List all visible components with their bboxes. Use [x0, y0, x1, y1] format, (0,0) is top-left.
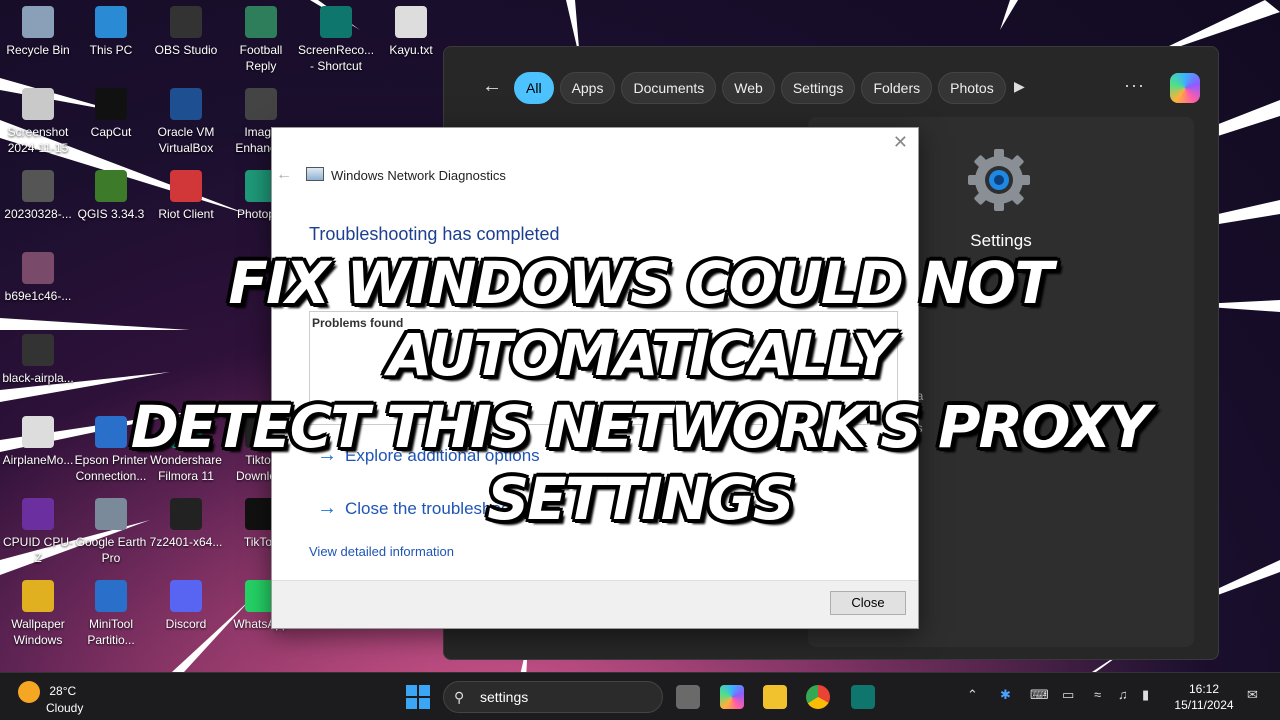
app-icon	[95, 6, 127, 38]
desktop-icon[interactable]: Recycle Bin	[0, 6, 76, 58]
system-clock[interactable]: 16:12 15/11/2024	[1172, 681, 1236, 713]
weather-sun-icon	[18, 681, 40, 703]
desktop-icon[interactable]: Wallpaper Windows	[0, 580, 76, 648]
battery-icon[interactable]: ▮	[1142, 687, 1149, 703]
volume-icon[interactable]: ♫	[1118, 687, 1128, 702]
desktop-icon-label: 20230328-...	[4, 207, 72, 221]
desktop-icon[interactable]: This PC	[73, 6, 149, 58]
desktop-icon-label: Oracle VM VirtualBox	[157, 125, 215, 155]
notifications-icon[interactable]: ✉	[1247, 687, 1258, 703]
tab-all[interactable]: All	[514, 72, 554, 104]
app-icon	[170, 170, 202, 202]
search-icon: ⚲	[454, 689, 465, 705]
app-icon	[170, 580, 202, 612]
desktop-icon[interactable]: QGIS 3.34.3	[73, 170, 149, 222]
desktop-icon-label: CapCut	[90, 125, 132, 139]
tab-settings[interactable]: Settings	[780, 72, 856, 104]
clock-time: 16:12	[1188, 682, 1220, 696]
desktop-icon-label: CPUID CPU-Z	[2, 535, 73, 565]
keyboard-icon[interactable]: ⌨	[1030, 687, 1049, 703]
app-icon	[22, 88, 54, 120]
copilot-icon[interactable]	[720, 685, 744, 709]
desktop-icon[interactable]: 20230328-...	[0, 170, 76, 222]
desktop-icon[interactable]: Football Reply	[223, 6, 299, 74]
view-details-link[interactable]: View detailed information	[309, 544, 454, 559]
taskbar-search-input[interactable]: ⚲ settings	[443, 681, 663, 713]
desktop-icon-label: Recycle Bin	[6, 43, 70, 57]
desktop-icon[interactable]: Oracle VM VirtualBox	[148, 88, 224, 156]
weather-widget[interactable]: 28°C Cloudy	[18, 681, 83, 715]
start-button-icon[interactable]	[406, 685, 430, 709]
desktop-icon-label: Wallpaper Windows	[11, 617, 65, 647]
tab-apps[interactable]: Apps	[559, 72, 616, 104]
desktop-icon-label: Google Earth Pro	[75, 535, 147, 565]
app-icon	[395, 6, 427, 38]
more-options-button[interactable]: ···	[1124, 75, 1145, 96]
tab-folders[interactable]: Folders	[861, 72, 933, 104]
desktop-icon[interactable]: CapCut	[73, 88, 149, 140]
app-icon	[22, 170, 54, 202]
network-diagnostics-icon	[306, 167, 324, 181]
dialog-title: Windows Network Diagnostics	[331, 168, 506, 183]
desktop-icon-label: OBS Studio	[154, 43, 218, 57]
desktop-icon[interactable]: OBS Studio	[148, 6, 224, 58]
desktop-icon[interactable]: ScreenReco... - Shortcut	[298, 6, 374, 74]
clock-date: 15/11/2024	[1174, 698, 1234, 712]
copilot-icon[interactable]	[1170, 73, 1200, 103]
app-icon	[95, 88, 127, 120]
settings-gear-icon	[968, 149, 1030, 211]
file-explorer-icon[interactable]	[763, 685, 787, 709]
app-icon	[320, 6, 352, 38]
more-tabs-arrow-icon[interactable]: ▶	[1014, 78, 1025, 95]
task-view-icon[interactable]	[676, 685, 700, 709]
tab-web[interactable]: Web	[722, 72, 775, 104]
desktop-icon-label: MiniTool Partitio...	[87, 617, 135, 647]
app-icon	[245, 6, 277, 38]
desktop-icon-label: This PC	[89, 43, 133, 57]
desktop-icon[interactable]: Screenshot 2024-11-15	[0, 88, 76, 156]
headline-line-1: FIX WINDOWS COULD NOT AUTOMATICALLY	[228, 249, 1053, 389]
app-icon	[22, 6, 54, 38]
desktop-icon-label: Kayu.txt	[389, 43, 433, 57]
back-arrow-icon[interactable]: ←	[276, 166, 292, 184]
desktop-icon[interactable]: Discord	[148, 580, 224, 632]
desktop-icon-label: 7z2401-x64...	[149, 535, 223, 549]
chevron-up-icon[interactable]: ⌃	[967, 687, 978, 703]
weather-condition: Cloudy	[46, 701, 84, 715]
dialog-heading: Troubleshooting has completed	[309, 224, 560, 244]
app-icon	[95, 580, 127, 612]
chrome-icon[interactable]	[806, 685, 830, 709]
desktop-icon[interactable]: Riot Client	[148, 170, 224, 222]
desktop-icon[interactable]: MiniTool Partitio...	[73, 580, 149, 648]
desktop-icon-label: Discord	[165, 617, 207, 631]
app-icon	[170, 88, 202, 120]
screen-recorder-icon[interactable]	[851, 685, 875, 709]
desktop-icon[interactable]: Kayu.txt	[373, 6, 449, 58]
wifi-icon[interactable]: ≈	[1094, 687, 1101, 702]
app-icon	[95, 170, 127, 202]
dialog-footer: Close	[272, 580, 918, 628]
filter-tabs: All Apps Documents Web Settings Folders …	[514, 72, 1006, 104]
close-button[interactable]: Close	[830, 591, 906, 615]
desktop-icon-label: ScreenReco... - Shortcut	[298, 43, 375, 73]
weather-temp: 28°C	[49, 684, 77, 699]
headline-line-2: DETECT THIS NETWORK'S PROXY SETTINGS	[130, 393, 1151, 533]
app-icon	[245, 88, 277, 120]
back-arrow-icon[interactable]: ←	[482, 75, 502, 98]
desktop-icon-label: Riot Client	[158, 207, 214, 221]
bluetooth-icon[interactable]: ✱	[1000, 687, 1011, 703]
tab-documents[interactable]: Documents	[621, 72, 717, 104]
headline-overlay: FIX WINDOWS COULD NOT AUTOMATICALLY DETE…	[0, 247, 1280, 535]
app-icon	[22, 580, 54, 612]
search-value: settings	[480, 689, 529, 705]
taskbar: 28°C Cloudy ⚲ settings ⌃ ✱ ⌨ ▭ ≈ ♫ ▮ 16:…	[0, 672, 1280, 720]
display-icon[interactable]: ▭	[1062, 687, 1074, 703]
desktop-icon-label: QGIS 3.34.3	[77, 207, 145, 221]
desktop-icon-label: Screenshot 2024-11-15	[7, 125, 69, 155]
desktop-icon-label: Football Reply	[239, 43, 283, 73]
app-icon	[170, 6, 202, 38]
close-icon[interactable]: ✕	[893, 132, 908, 153]
tab-photos[interactable]: Photos	[938, 72, 1006, 104]
